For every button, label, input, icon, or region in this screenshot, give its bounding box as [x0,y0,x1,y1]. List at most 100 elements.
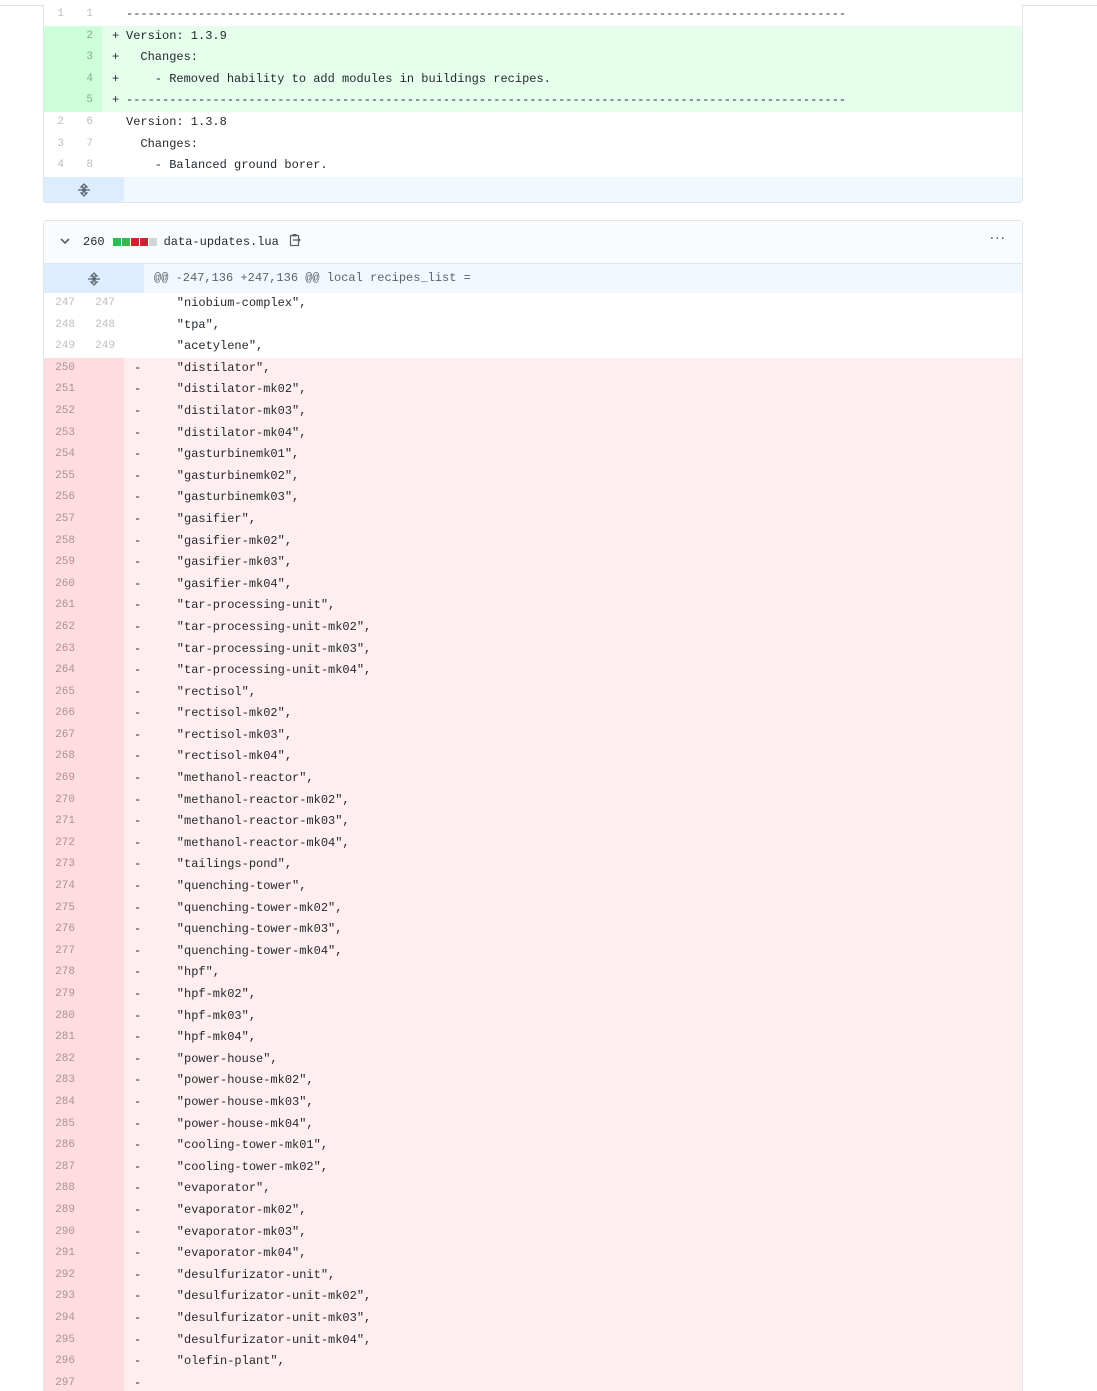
old-line-number[interactable]: 280 [44,1005,84,1028]
old-line-number[interactable]: 279 [44,984,84,1006]
new-line-number[interactable] [84,1243,124,1265]
new-line-number[interactable] [84,1307,124,1330]
clipboard-icon[interactable] [289,233,302,251]
new-line-number[interactable]: 4 [73,68,102,91]
old-line-number[interactable] [44,68,73,91]
old-line-number[interactable] [44,90,73,112]
old-line-number[interactable]: 256 [44,487,84,509]
kebab-horizontal-icon[interactable]: ··· [990,231,1006,247]
old-line-number[interactable]: 273 [44,854,84,877]
chevron-down-icon[interactable] [60,235,72,250]
old-line-number[interactable]: 249 [44,336,84,358]
new-line-number[interactable] [84,465,124,488]
old-line-number[interactable]: 278 [44,962,84,984]
old-line-number[interactable]: 260 [44,573,84,596]
new-line-number[interactable] [84,1329,124,1352]
old-line-number[interactable]: 254 [44,444,84,466]
old-line-number[interactable]: 290 [44,1221,84,1244]
old-line-number[interactable]: 255 [44,465,84,488]
old-line-number[interactable]: 248 [44,315,84,337]
old-line-number[interactable]: 247 [44,293,84,315]
old-line-number[interactable]: 293 [44,1286,84,1308]
old-line-number[interactable]: 4 [44,155,73,177]
new-line-number[interactable] [84,724,124,747]
old-line-number[interactable]: 266 [44,703,84,725]
new-line-number[interactable]: 2 [73,25,102,48]
new-line-number[interactable] [84,487,124,509]
old-line-number[interactable]: 267 [44,724,84,747]
old-line-number[interactable]: 262 [44,616,84,639]
old-line-number[interactable] [44,47,73,69]
new-line-number[interactable] [84,897,124,920]
new-line-number[interactable] [84,703,124,725]
new-line-number[interactable] [84,919,124,941]
new-line-number[interactable] [84,832,124,855]
new-line-number[interactable] [84,854,124,877]
new-line-number[interactable] [84,1178,124,1200]
new-line-number[interactable] [84,1070,124,1092]
new-line-number[interactable] [84,638,124,661]
old-line-number[interactable]: 271 [44,811,84,833]
new-line-number[interactable] [84,768,124,790]
new-line-number[interactable] [84,1286,124,1308]
new-line-number[interactable]: 6 [73,112,102,134]
new-line-number[interactable]: 7 [73,134,102,156]
old-line-number[interactable]: 285 [44,1113,84,1136]
old-line-number[interactable]: 272 [44,832,84,855]
old-line-number[interactable]: 296 [44,1351,84,1373]
old-line-number[interactable]: 291 [44,1243,84,1265]
old-line-number[interactable]: 297 [44,1372,84,1391]
new-line-number[interactable] [84,1264,124,1287]
new-line-number[interactable] [84,1048,124,1071]
old-line-number[interactable]: 3 [44,134,73,156]
new-line-number[interactable] [84,789,124,812]
old-line-number[interactable]: 277 [44,940,84,963]
new-line-number[interactable] [84,1113,124,1136]
old-line-number[interactable]: 282 [44,1048,84,1071]
new-line-number[interactable] [84,1221,124,1244]
new-line-number[interactable] [84,1372,124,1391]
old-line-number[interactable]: 284 [44,1091,84,1114]
old-line-number[interactable]: 269 [44,768,84,790]
old-line-number[interactable]: 283 [44,1070,84,1092]
new-line-number[interactable] [84,422,124,445]
old-line-number[interactable]: 251 [44,379,84,401]
new-line-number[interactable] [84,530,124,553]
new-line-number[interactable] [84,1199,124,1222]
old-line-number[interactable]: 2 [44,112,73,134]
old-line-number[interactable]: 265 [44,681,84,704]
old-line-number[interactable]: 263 [44,638,84,661]
new-line-number[interactable]: 5 [73,90,102,112]
old-line-number[interactable]: 270 [44,789,84,812]
old-line-number[interactable]: 295 [44,1329,84,1352]
old-line-number[interactable]: 250 [44,357,84,380]
new-line-number[interactable]: 1 [73,4,102,26]
new-line-number[interactable] [84,357,124,380]
new-line-number[interactable] [84,746,124,769]
unfold-icon[interactable] [44,176,124,202]
new-line-number[interactable] [84,552,124,574]
old-line-number[interactable]: 253 [44,422,84,445]
old-line-number[interactable]: 1 [44,4,73,26]
new-line-number[interactable] [84,962,124,984]
new-line-number[interactable] [84,1091,124,1114]
old-line-number[interactable]: 292 [44,1264,84,1287]
new-line-number[interactable]: 3 [73,47,102,69]
new-line-number[interactable] [84,573,124,596]
new-line-number[interactable] [84,1351,124,1373]
old-line-number[interactable] [44,25,73,48]
old-line-number[interactable]: 276 [44,919,84,941]
new-line-number[interactable] [84,616,124,639]
new-line-number[interactable]: 8 [73,155,102,177]
old-line-number[interactable]: 258 [44,530,84,553]
new-line-number[interactable]: 248 [84,315,124,337]
old-line-number[interactable]: 289 [44,1199,84,1222]
new-line-number[interactable] [84,400,124,423]
new-line-number[interactable] [84,984,124,1006]
old-line-number[interactable]: 287 [44,1156,84,1179]
old-line-number[interactable]: 286 [44,1135,84,1157]
new-line-number[interactable] [84,1027,124,1049]
new-line-number[interactable] [84,940,124,963]
old-line-number[interactable]: 259 [44,552,84,574]
expand-row[interactable] [44,176,1022,202]
